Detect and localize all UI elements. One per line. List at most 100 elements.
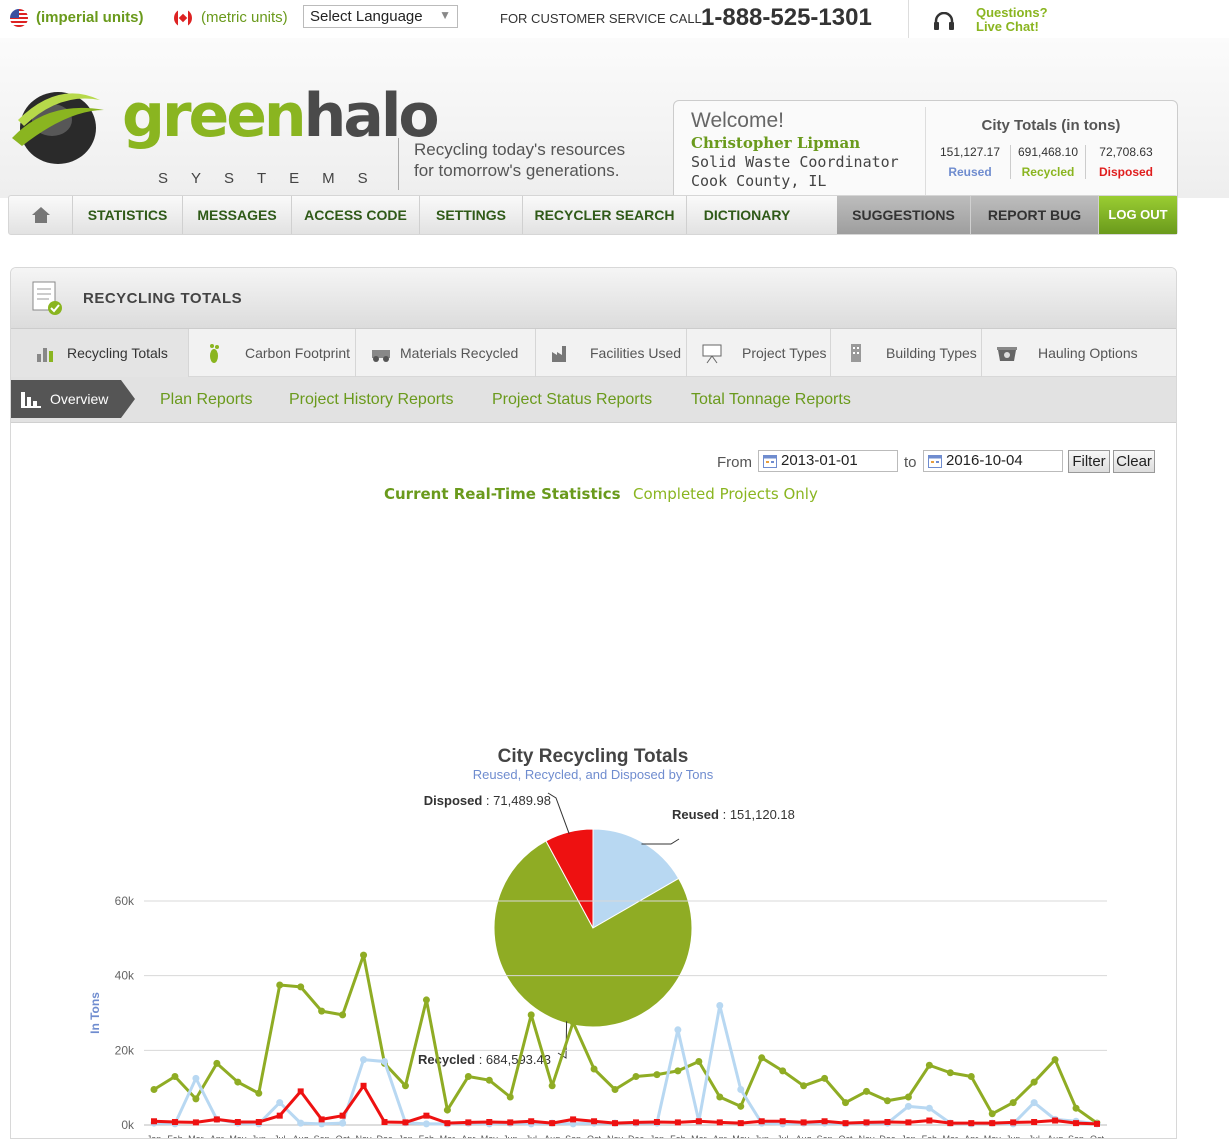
data-point-disposed [1010, 1119, 1017, 1126]
from-date-input[interactable]: 2013-01-01 [758, 450, 898, 472]
x-tick-label: Aug [796, 1134, 812, 1139]
x-tick-label: Mar [440, 1134, 456, 1139]
data-point-recycled [192, 1095, 200, 1103]
pie-chart-subtitle: Reused, Recycled, and Disposed by Tons [473, 767, 714, 782]
metric-units-link[interactable]: (metric units) [201, 9, 288, 26]
x-tick-label: Apr [210, 1134, 224, 1139]
dumpster-icon [997, 347, 1017, 361]
data-point-reused [674, 1026, 682, 1034]
x-tick-label: Dec [879, 1134, 896, 1139]
x-tick-label: Jul [777, 1134, 789, 1139]
x-tick-label: Apr [713, 1134, 727, 1139]
pie-leader-disposed [547, 792, 570, 835]
x-tick-label: Jun [1006, 1134, 1021, 1139]
tab-facilities-used[interactable]: Facilities Used [536, 329, 687, 377]
greenhalo-logo-globe-icon[interactable] [8, 80, 108, 168]
data-point-recycled [758, 1054, 766, 1062]
greenhalo-logo-text[interactable]: greenhalo [122, 86, 440, 146]
y-tick-label: 40k [115, 969, 135, 983]
data-point-disposed [234, 1119, 241, 1126]
subnav-overview[interactable]: Overview [11, 380, 135, 418]
subnav-plan-reports[interactable]: Plan Reports [160, 391, 253, 409]
nav-report-bug[interactable]: REPORT BUG [971, 196, 1099, 234]
data-point-disposed [989, 1120, 996, 1127]
data-point-disposed [653, 1119, 660, 1126]
data-point-disposed [423, 1112, 430, 1119]
x-tick-label: Apr [461, 1134, 475, 1139]
data-point-disposed [1073, 1120, 1080, 1127]
x-tick-label: Jan [398, 1134, 413, 1139]
nav-settings[interactable]: SETTINGS [420, 196, 523, 234]
data-point-disposed [465, 1119, 472, 1126]
live-chat-link[interactable]: Questions? Live Chat! [976, 6, 1048, 34]
data-point-disposed [486, 1119, 493, 1126]
x-tick-label: Nov [356, 1134, 373, 1139]
headset-icon[interactable] [934, 12, 954, 30]
data-point-disposed [276, 1112, 283, 1119]
tab-project-types[interactable]: Project Types [687, 329, 831, 377]
subnav-project-status-reports[interactable]: Project Status Reports [492, 391, 652, 409]
nav-access-code[interactable]: ACCESS CODE [292, 196, 420, 234]
pie-chart: City Recycling TotalsReused, Recycled, a… [418, 746, 795, 1067]
nav-dictionary[interactable]: DICTIONARY [687, 196, 807, 234]
tab-carbon-footprint[interactable]: Carbon Footprint [189, 329, 356, 377]
nav-messages[interactable]: MESSAGES [183, 196, 292, 234]
data-point-recycled [883, 1097, 891, 1105]
data-point-recycled [422, 996, 430, 1004]
tab-label: Building Types [886, 345, 977, 361]
to-date-input[interactable]: 2016-10-04 [923, 450, 1063, 472]
subnav-project-history-reports[interactable]: Project History Reports [289, 391, 454, 409]
tab-materials-recycled[interactable]: Materials Recycled [356, 329, 536, 377]
tab-hauling-options[interactable]: Hauling Options [982, 329, 1176, 377]
calendar-icon[interactable] [928, 454, 942, 468]
nav-suggestions[interactable]: SUGGESTIONS [837, 196, 971, 234]
presentation-board-icon [702, 344, 722, 364]
y-axis-title: In Tons [88, 992, 102, 1034]
data-point-disposed [528, 1118, 535, 1125]
materials-truck-icon [372, 350, 390, 362]
x-tick-label: Sep [817, 1134, 833, 1139]
welcome-title: Welcome! [691, 109, 784, 132]
logout-button[interactable]: LOG OUT [1099, 196, 1177, 234]
data-point-recycled [800, 1082, 808, 1090]
nav-recycler-search[interactable]: RECYCLER SEARCH [523, 196, 687, 234]
x-tick-label: May [481, 1134, 499, 1139]
tab-recycling-totals[interactable]: Recycling Totals [11, 329, 189, 377]
nav-home[interactable] [9, 196, 73, 234]
data-point-disposed [821, 1118, 828, 1125]
recycled-label: Recycled [1021, 165, 1075, 179]
data-point-disposed [968, 1120, 975, 1127]
main-nav: STATISTICS MESSAGES ACCESS CODE SETTINGS… [8, 195, 1178, 235]
tagline-line-2: for tomorrow's generations. [414, 161, 620, 180]
data-point-reused [737, 1086, 745, 1094]
imperial-units-link[interactable]: (imperial units) [36, 9, 144, 26]
data-point-disposed [863, 1119, 870, 1126]
data-point-disposed [947, 1120, 954, 1127]
language-select[interactable]: Select Language ▼ [303, 5, 458, 28]
tab-building-types[interactable]: Building Types [831, 329, 982, 377]
data-point-disposed [716, 1119, 723, 1126]
data-point-recycled [1072, 1104, 1080, 1112]
data-point-recycled [464, 1072, 472, 1080]
data-point-recycled [548, 1082, 556, 1090]
data-point-recycled [632, 1072, 640, 1080]
site-header: greenhalo SYSTEMS Recycling today's reso… [0, 38, 1229, 212]
data-point-disposed [255, 1119, 262, 1126]
nav-statistics[interactable]: STATISTICS [73, 196, 183, 234]
tab-label: Recycling Totals [67, 345, 168, 361]
data-point-disposed [632, 1119, 639, 1126]
data-point-disposed [591, 1118, 598, 1125]
user-county: Cook County, IL [691, 172, 827, 190]
data-point-recycled [737, 1102, 745, 1110]
clear-button[interactable]: Clear [1113, 450, 1155, 473]
x-tick-label: Feb [419, 1134, 435, 1139]
data-point-recycled [318, 1007, 326, 1015]
footprint-icon [210, 344, 219, 363]
x-tick-label: Jul [1028, 1134, 1040, 1139]
data-point-disposed [779, 1118, 786, 1125]
filter-button[interactable]: Filter [1068, 450, 1110, 473]
canada-flag-icon[interactable] [174, 9, 192, 27]
subnav-total-tonnage-reports[interactable]: Total Tonnage Reports [691, 391, 851, 409]
calendar-icon[interactable] [763, 454, 777, 468]
us-flag-icon[interactable] [10, 9, 28, 27]
